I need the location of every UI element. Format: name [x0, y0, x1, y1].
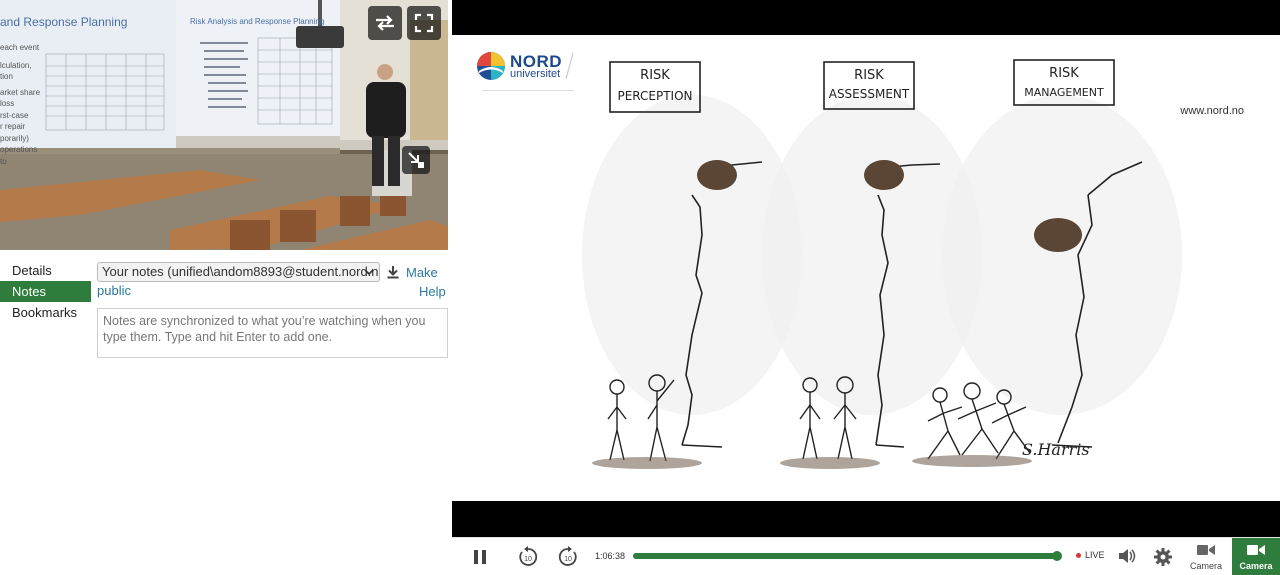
- live-dot-icon: [1076, 552, 1081, 558]
- chevron-down-icon: [364, 269, 374, 276]
- svg-text:10: 10: [524, 556, 532, 563]
- sign-risk-perception: RISK PERCEPTION: [617, 68, 693, 103]
- volume-icon: [1119, 549, 1136, 563]
- tab-details[interactable]: Details: [0, 260, 91, 281]
- pause-button[interactable]: [470, 547, 490, 567]
- sign-risk-assessment: RISK ASSESSMENT: [828, 68, 910, 101]
- camera-video[interactable]: and Response Planning each event lculati…: [0, 0, 448, 250]
- rewind-10-button[interactable]: 10: [516, 545, 540, 569]
- download-icon[interactable]: [386, 265, 400, 279]
- player-controls: 10 10 1:06:38 LIVE Camera Camera: [452, 537, 1280, 575]
- notes-input[interactable]: Notes are synchronized to what you’re wa…: [97, 308, 448, 358]
- volume-button[interactable]: [1116, 546, 1138, 566]
- swap-icon: [376, 15, 394, 31]
- camera-toggle-1-label: Camera: [1189, 561, 1222, 571]
- left-screen-title: and Response Planning: [0, 15, 128, 29]
- make-public-link-continued[interactable]: public: [97, 283, 131, 298]
- progress-knob[interactable]: [1051, 551, 1062, 561]
- camera-icon: [1197, 545, 1215, 555]
- pause-icon: [474, 550, 486, 564]
- live-label: LIVE: [1085, 550, 1105, 560]
- help-link[interactable]: Help: [419, 284, 446, 299]
- rewind-10-icon: 10: [519, 546, 538, 566]
- sign-risk-management: RISK MANAGEMENT: [1024, 66, 1104, 99]
- tab-bookmarks[interactable]: Bookmarks: [0, 302, 91, 323]
- progress-bar[interactable]: [633, 551, 1062, 561]
- camera-toggle-1[interactable]: Camera: [1182, 538, 1230, 575]
- camera-icon: [1247, 545, 1265, 555]
- svg-text:10: 10: [564, 556, 572, 563]
- camera-toggle-2-label: Camera: [1239, 561, 1273, 571]
- left-screen-lines: each event lculation, tion arket share l…: [0, 43, 41, 166]
- camera-toggle-2[interactable]: Camera: [1232, 538, 1280, 575]
- pip-button[interactable]: [402, 146, 430, 174]
- progress-fill: [633, 553, 1057, 559]
- forward-10-icon: 10: [558, 546, 577, 566]
- gear-icon: [1154, 548, 1172, 566]
- swap-views-button[interactable]: [368, 6, 402, 40]
- notes-notebook-value: Your notes (unified\andom8893@student.no…: [102, 264, 380, 279]
- slide-player[interactable]: NORD universitet www.nord.no S.Harris RI…: [452, 0, 1280, 575]
- fullscreen-icon: [414, 13, 434, 33]
- forward-10-button[interactable]: 10: [556, 545, 580, 569]
- tab-notes[interactable]: Notes: [0, 281, 91, 302]
- left-panel: and Response Planning each event lculati…: [0, 0, 452, 574]
- risk-cartoon: S.Harris: [582, 59, 1182, 469]
- notes-notebook-select[interactable]: Your notes (unified\andom8893@student.no…: [97, 262, 380, 282]
- current-time: 1:06:38: [595, 551, 626, 561]
- slide-view: NORD universitet www.nord.no S.Harris RI…: [452, 35, 1280, 501]
- picture-in-picture-icon: [408, 152, 424, 168]
- settings-button[interactable]: [1152, 546, 1174, 568]
- right-screen-title: Risk Analysis and Response Planning: [190, 17, 325, 26]
- svg-text:S.Harris: S.Harris: [1022, 440, 1090, 459]
- live-indicator[interactable]: LIVE: [1076, 550, 1105, 560]
- side-tabs: Details Notes Bookmarks: [0, 260, 91, 323]
- make-public-link[interactable]: Make: [406, 265, 438, 280]
- fullscreen-button[interactable]: [407, 6, 441, 40]
